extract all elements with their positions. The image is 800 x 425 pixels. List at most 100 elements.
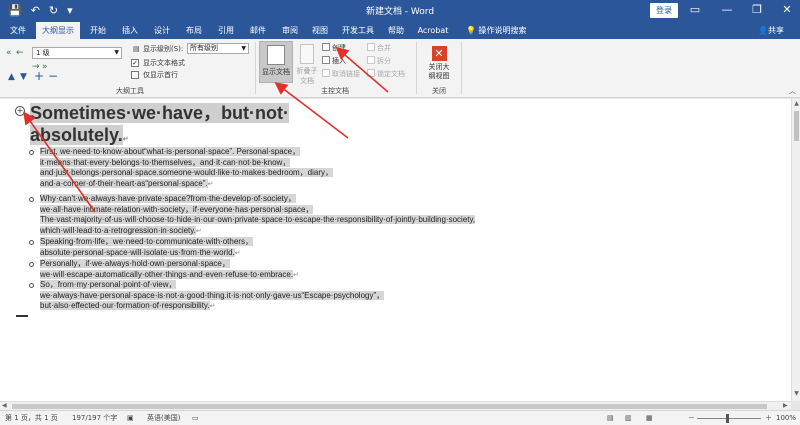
tab-design[interactable]: 设计 bbox=[150, 22, 174, 39]
login-button[interactable]: 登录 bbox=[650, 3, 678, 18]
body-bullet-icon[interactable] bbox=[29, 283, 34, 288]
tab-references[interactable]: 引用 bbox=[214, 22, 238, 39]
tab-developer[interactable]: 开发工具 bbox=[338, 22, 378, 39]
merge-icon bbox=[367, 43, 375, 51]
tab-acrobat[interactable]: Acrobat bbox=[414, 22, 452, 39]
split-label: 拆分 bbox=[377, 57, 391, 65]
print-layout-icon[interactable]: ▥ bbox=[625, 413, 632, 424]
tab-outline[interactable]: 大纲显示 bbox=[36, 22, 80, 39]
show-level-icon: ▤ bbox=[133, 45, 140, 53]
promote-icon[interactable]: ← bbox=[16, 48, 24, 58]
tell-me-search[interactable]: 💡 操作说明搜索 bbox=[466, 22, 527, 39]
merge-button[interactable]: 合并 bbox=[367, 43, 391, 53]
tab-review[interactable]: 审阅 bbox=[278, 22, 302, 39]
create-subdoc-button[interactable]: 创建 bbox=[322, 43, 346, 53]
paragraph-text: First, we·need·to·know·about“what·is·per… bbox=[40, 147, 334, 188]
scroll-thumb[interactable] bbox=[794, 111, 799, 141]
zoom-in-button[interactable]: ＋ bbox=[765, 413, 772, 424]
collapse-icon[interactable]: − bbox=[48, 70, 58, 82]
close-outline-view-button[interactable]: ✕ 关闭大纲视图 bbox=[420, 41, 458, 83]
body-bullet-icon[interactable] bbox=[29, 240, 34, 245]
show-level-label: 显示级别(S): bbox=[143, 45, 184, 53]
move-up-icon[interactable]: ▲ bbox=[8, 72, 15, 82]
collapse-ribbon-icon[interactable]: ︿ bbox=[789, 86, 796, 96]
tab-home[interactable]: 开始 bbox=[86, 22, 110, 39]
tab-file[interactable]: 文件 bbox=[6, 22, 30, 39]
paragraph-mark: ↵ bbox=[234, 249, 241, 257]
tab-insert[interactable]: 插入 bbox=[118, 22, 142, 39]
body-bullet-icon[interactable] bbox=[29, 197, 34, 202]
outline-body-paragraph[interactable]: Personally，if·we·always·hold·own·persona… bbox=[40, 259, 365, 281]
insert-label: 插入 bbox=[332, 57, 346, 65]
window-title: 新建文档 - Word bbox=[365, 7, 435, 17]
unlink-icon bbox=[322, 69, 330, 77]
split-button[interactable]: 拆分 bbox=[367, 56, 391, 66]
tell-me-label: 操作说明搜索 bbox=[478, 26, 527, 35]
outline-body-paragraph[interactable]: Speaking·from·life，we·need·to·communicat… bbox=[40, 237, 365, 259]
insert-icon bbox=[322, 56, 330, 64]
group-divider bbox=[255, 42, 256, 94]
title-bar: 💾 ↶ ↻ ▾ 新建文档 - Word 登录 ▭ — ❐ ✕ bbox=[0, 0, 800, 22]
insert-subdoc-button[interactable]: 插入 bbox=[322, 56, 346, 66]
show-text-format-checkbox[interactable]: ✓ bbox=[131, 59, 139, 67]
collapse-subdocs-button[interactable]: 折叠子文档 bbox=[296, 41, 318, 85]
scroll-right-icon[interactable]: ▶ bbox=[783, 402, 788, 409]
page-count[interactable]: 第 1 页，共 1 页 bbox=[5, 413, 58, 424]
outline-body-paragraph[interactable]: Why·can't·we·always·have·private·space?f… bbox=[40, 194, 476, 237]
outline-body-paragraph[interactable]: First, we·need·to·know·about“what·is·per… bbox=[40, 147, 365, 190]
zoom-level[interactable]: 100% bbox=[776, 413, 796, 424]
collapse-subdocs-label: 折叠子文档 bbox=[296, 67, 318, 85]
web-layout-icon[interactable]: ▦ bbox=[646, 413, 653, 424]
outline-expand-bullet-icon[interactable]: + bbox=[15, 106, 25, 116]
show-first-line-label: 仅显示首行 bbox=[143, 71, 178, 79]
create-icon bbox=[322, 43, 330, 51]
paragraph-mark: ↵ bbox=[122, 136, 129, 143]
tab-help[interactable]: 帮助 bbox=[384, 22, 408, 39]
share-button[interactable]: 👤共享 bbox=[758, 22, 784, 39]
show-document-icon bbox=[267, 45, 285, 65]
outline-level-select[interactable]: 1 级 ▼ bbox=[32, 47, 122, 59]
scroll-left-icon[interactable]: ◀ bbox=[2, 402, 7, 409]
language-status[interactable]: 英语(美国) bbox=[147, 413, 180, 424]
show-first-line-checkbox[interactable] bbox=[131, 71, 139, 79]
word-count[interactable]: 197/197 个字 bbox=[72, 413, 117, 424]
unlink-label: 取消链接 bbox=[332, 70, 360, 78]
status-bar: 第 1 页，共 1 页 197/197 个字 ▣ 英语(美国) ▭ ▤ ▥ ▦ … bbox=[0, 410, 800, 425]
paragraph-text: Speaking·from·life，we·need·to·communicat… bbox=[40, 237, 253, 257]
accessibility-icon[interactable]: ▭ bbox=[192, 413, 199, 424]
close-icon: ✕ bbox=[431, 46, 447, 61]
tab-layout[interactable]: 布局 bbox=[182, 22, 206, 39]
ribbon-display-options-icon[interactable]: ▭ bbox=[684, 2, 706, 18]
proofing-icon[interactable]: ▣ bbox=[127, 413, 134, 424]
promote-to-heading1-icon[interactable]: « bbox=[6, 48, 12, 58]
lock-document-label: 锁定文档 bbox=[377, 70, 405, 78]
outline-body-paragraph[interactable]: So，from·my·personal·point·of·view，we·alw… bbox=[40, 280, 385, 313]
tab-view[interactable]: 视图 bbox=[308, 22, 332, 39]
scroll-thumb[interactable] bbox=[12, 404, 767, 409]
expand-icon[interactable]: + bbox=[34, 70, 44, 82]
close-window-button[interactable]: ✕ bbox=[776, 2, 798, 18]
lightbulb-icon: 💡 bbox=[466, 26, 476, 35]
show-level-select[interactable]: 所有级别 ▼ bbox=[187, 43, 249, 54]
chevron-down-icon: ▼ bbox=[241, 45, 246, 52]
body-bullet-icon[interactable] bbox=[29, 262, 34, 267]
lock-document-button[interactable]: 锁定文档 bbox=[367, 69, 405, 79]
zoom-out-button[interactable]: － bbox=[688, 413, 695, 424]
focus-mode-icon[interactable]: ▤ bbox=[607, 413, 614, 424]
scroll-up-icon[interactable]: ▲ bbox=[793, 100, 800, 107]
scroll-down-icon[interactable]: ▼ bbox=[793, 390, 800, 397]
document-area[interactable]: + Sometimes·we·have，but·not· absolutely.… bbox=[0, 99, 791, 401]
outline-heading[interactable]: Sometimes·we·have，but·not· absolutely.↵ bbox=[30, 102, 292, 151]
show-document-button[interactable]: 显示文档 bbox=[259, 41, 293, 83]
zoom-slider-handle[interactable] bbox=[726, 414, 729, 423]
zoom-slider[interactable] bbox=[697, 418, 761, 419]
restore-button[interactable]: ❐ bbox=[746, 2, 768, 18]
split-icon bbox=[367, 56, 375, 64]
horizontal-scrollbar[interactable]: ◀ ▶ bbox=[0, 401, 791, 410]
minimize-button[interactable]: — bbox=[716, 2, 738, 18]
tab-mailings[interactable]: 邮件 bbox=[246, 22, 270, 39]
move-down-icon[interactable]: ▼ bbox=[20, 72, 27, 82]
body-bullet-icon[interactable] bbox=[29, 150, 34, 155]
unlink-button[interactable]: 取消链接 bbox=[322, 69, 360, 79]
vertical-scrollbar[interactable]: ▲ ▼ bbox=[791, 99, 800, 401]
